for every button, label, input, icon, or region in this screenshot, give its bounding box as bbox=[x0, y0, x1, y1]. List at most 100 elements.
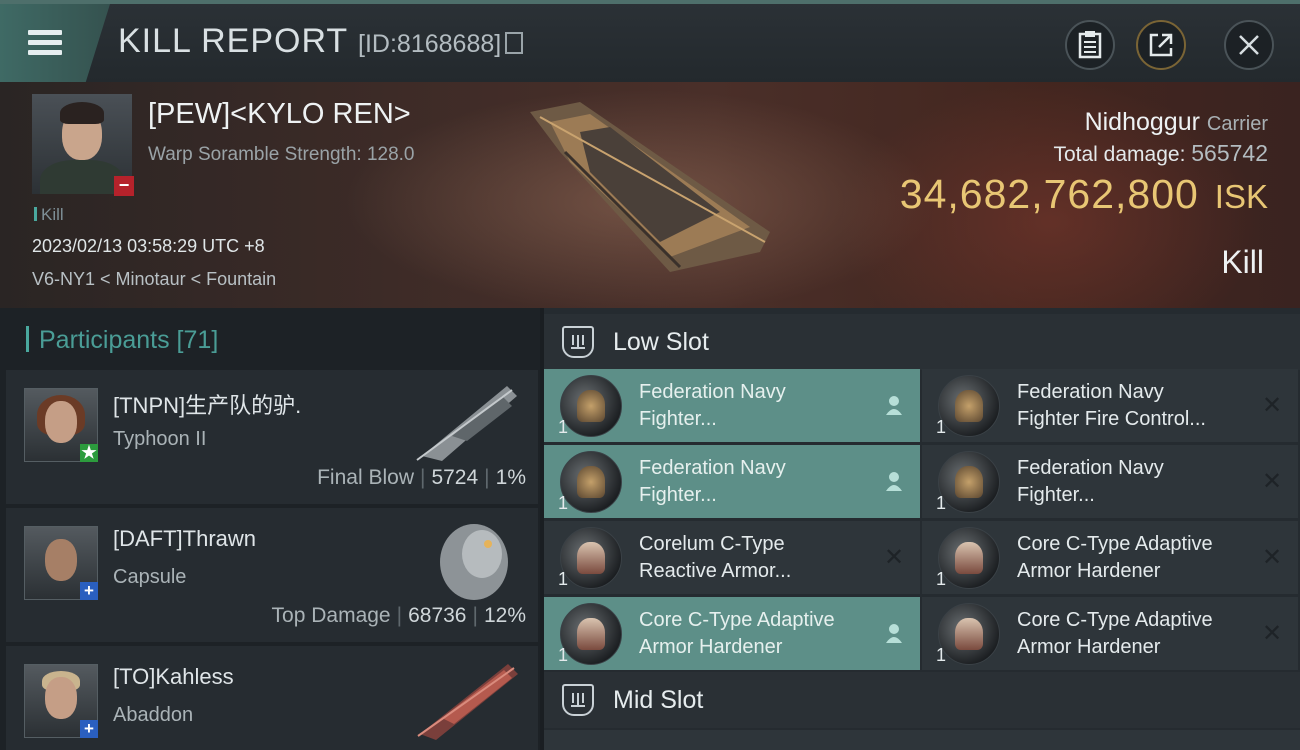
victim-ship-name: Nidhoggur bbox=[1084, 108, 1200, 136]
isk-amount: 34,682,762,800 bbox=[899, 171, 1199, 217]
module-quantity: 1 bbox=[558, 569, 569, 589]
mid-slot-row-partial bbox=[544, 730, 1300, 750]
participant-role: Final Blow bbox=[317, 466, 414, 489]
top-bar: KILL REPORT [ID:8168688] bbox=[0, 0, 1300, 82]
participant-ship: Abaddon bbox=[113, 704, 194, 726]
slot-glyph bbox=[571, 335, 585, 349]
mid-slot-icon bbox=[562, 684, 594, 716]
victim-name[interactable]: [PEW]<KYLO REN> bbox=[148, 98, 411, 131]
module-icon bbox=[938, 375, 1000, 437]
participant-ship-image bbox=[416, 386, 517, 461]
hamburger-icon-bar bbox=[28, 40, 62, 45]
module-icon-core bbox=[577, 618, 605, 650]
portrait-hair bbox=[60, 102, 104, 124]
module-slot[interactable]: 1 Corelum C-Type Reactive Armor... ✕ bbox=[544, 521, 920, 594]
close-icon bbox=[1239, 35, 1259, 55]
plus-badge-icon: + bbox=[80, 582, 98, 600]
victim-ship-image bbox=[530, 102, 770, 272]
module-icon bbox=[560, 375, 622, 437]
participant-name: [TNPN]生产队的驴. bbox=[113, 393, 302, 418]
participant-card[interactable]: + [DAFT]Thrawn Capsule Top Damage | 68736 |… bbox=[6, 508, 538, 642]
separator: | bbox=[419, 466, 426, 489]
avatar-face bbox=[45, 539, 77, 581]
copy-icon[interactable] bbox=[505, 32, 524, 54]
module-icon-core bbox=[577, 542, 605, 574]
module-name: Federation Navy Fighter... bbox=[639, 457, 786, 506]
mid-slot-title: Mid Slot bbox=[613, 686, 704, 714]
portrait-body bbox=[40, 160, 124, 194]
module-slot[interactable]: 1 Core C-Type Adaptive Armor Hardener ✕ bbox=[922, 597, 1298, 670]
kill-location[interactable]: V6-NY1 < Minotaur < Fountain bbox=[32, 269, 276, 290]
module-name: Core C-Type Adaptive Armor Hardener bbox=[639, 609, 835, 658]
share-button[interactable] bbox=[1136, 20, 1186, 70]
total-damage: Total damage: 565742 bbox=[1053, 140, 1268, 167]
participant-name: [TO]Kahless bbox=[113, 664, 234, 689]
dropped-x-icon: ✕ bbox=[1261, 543, 1283, 571]
module-slot[interactable]: 1 Federation Navy Fighter... ✕ bbox=[922, 445, 1298, 518]
participant-ship: Typhoon II bbox=[113, 428, 207, 450]
hamburger-icon bbox=[28, 30, 62, 35]
low-slot-header[interactable]: Low Slot bbox=[544, 314, 1300, 370]
person-icon bbox=[882, 469, 906, 493]
module-slot[interactable]: 1 Federation Navy Fighter Fire Control...… bbox=[922, 369, 1298, 442]
participant-stats: Final Blow | 5724 | 1% bbox=[317, 466, 526, 490]
mid-slot-header[interactable]: Mid Slot bbox=[544, 672, 1300, 728]
star-badge-icon: ★ bbox=[80, 443, 98, 462]
module-name: Federation Navy Fighter Fire Control... bbox=[1017, 381, 1206, 430]
separator: | bbox=[396, 604, 403, 627]
participant-ship-image bbox=[440, 524, 508, 600]
page-title-text: KILL REPORT bbox=[118, 22, 348, 60]
dropped-x-icon: ✕ bbox=[1261, 467, 1283, 495]
module-icon-core bbox=[955, 542, 983, 574]
module-slot[interactable]: 1 Core C-Type Adaptive Armor Hardener ✕ bbox=[922, 521, 1298, 594]
module-slot[interactable]: 1 Core C-Type Adaptive Armor Hardener bbox=[544, 597, 920, 670]
slot-glyph bbox=[571, 693, 585, 707]
participant-ship-image bbox=[417, 664, 518, 740]
page-title: KILL REPORT [ID:8168688] bbox=[118, 22, 524, 61]
module-name: Core C-Type Adaptive Armor Hardener bbox=[1017, 533, 1213, 582]
participant-stats: Top Damage | 68736 | 12% bbox=[272, 604, 526, 628]
module-icon-core bbox=[577, 390, 605, 422]
avatar-face bbox=[45, 401, 77, 443]
victim-ship-class: Carrier bbox=[1206, 113, 1268, 135]
module-icon-core bbox=[577, 466, 605, 498]
close-button[interactable] bbox=[1224, 20, 1274, 70]
participant-card[interactable]: + [TO]Kahless Abaddon bbox=[6, 646, 538, 750]
dropped-x-icon: ✕ bbox=[1261, 619, 1283, 647]
module-slot[interactable]: 1 Federation Navy Fighter... bbox=[544, 369, 920, 442]
module-icon bbox=[938, 527, 1000, 589]
person-icon bbox=[882, 393, 906, 417]
module-quantity: 1 bbox=[936, 569, 947, 589]
isk-value: 34,682,762,800 ISK bbox=[900, 171, 1268, 218]
module-icon-core bbox=[955, 466, 983, 498]
module-quantity: 1 bbox=[936, 493, 947, 513]
module-quantity: 1 bbox=[936, 417, 947, 437]
module-quantity: 1 bbox=[936, 645, 947, 665]
clipboard-button[interactable] bbox=[1065, 20, 1115, 70]
participant-percent: 12% bbox=[483, 604, 526, 627]
participant-ship: Capsule bbox=[113, 566, 187, 588]
dropped-x-icon: ✕ bbox=[1261, 391, 1283, 419]
module-name: Corelum C-Type Reactive Armor... bbox=[639, 533, 792, 582]
clipboard-icon bbox=[1078, 31, 1102, 59]
avatar-face bbox=[45, 677, 77, 719]
kill-tag: Kill bbox=[34, 205, 64, 225]
menu-button[interactable] bbox=[0, 4, 110, 82]
module-slot[interactable]: 1 Federation Navy Fighter... bbox=[544, 445, 920, 518]
person-icon bbox=[882, 621, 906, 645]
minus-badge-icon: − bbox=[114, 176, 134, 196]
participant-percent: 1% bbox=[495, 466, 526, 489]
victim-ship[interactable]: Nidhoggur Carrier bbox=[1085, 108, 1268, 137]
low-slot-title: Low Slot bbox=[613, 328, 709, 356]
module-icon bbox=[560, 527, 622, 589]
low-slot-icon bbox=[562, 326, 594, 358]
participant-role: Top Damage bbox=[271, 604, 391, 627]
participant-card[interactable]: ★ [TNPN]生产队的驴. Typhoon II Final Blow | 572… bbox=[6, 370, 538, 504]
hamburger-icon-bar bbox=[28, 50, 62, 55]
plus-badge-icon: + bbox=[80, 720, 98, 738]
share-icon bbox=[1149, 33, 1173, 57]
module-icon-core bbox=[955, 390, 983, 422]
participants-header: Participants [71] bbox=[26, 326, 218, 355]
participant-name: [DAFT]Thrawn bbox=[113, 526, 257, 551]
module-name: Core C-Type Adaptive Armor Hardener bbox=[1017, 609, 1213, 658]
